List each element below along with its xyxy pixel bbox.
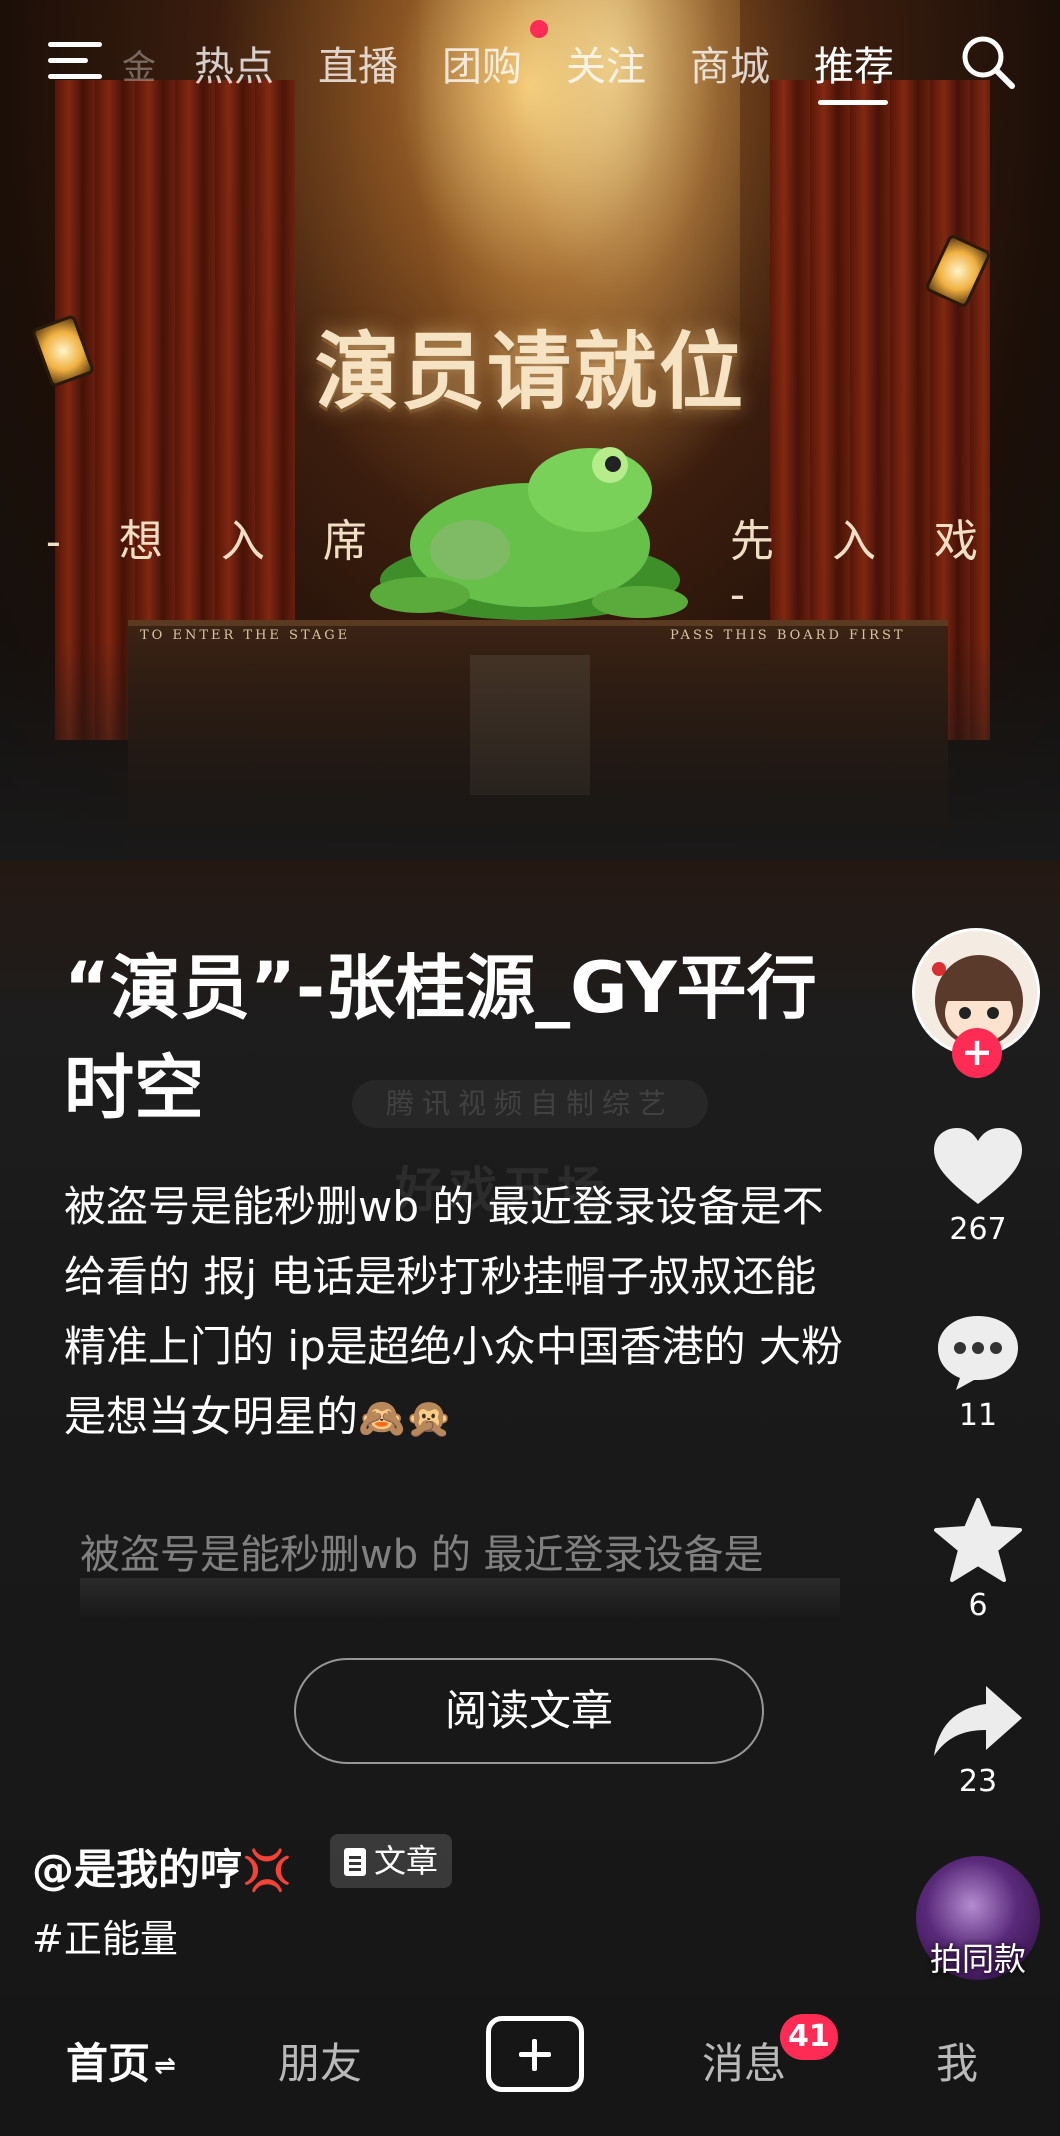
heart-icon[interactable] bbox=[932, 1126, 1024, 1206]
star-icon[interactable] bbox=[934, 1498, 1022, 1582]
poster-slogan-left: - 想 入 席 bbox=[46, 516, 389, 567]
nav-me[interactable]: 我 bbox=[936, 2030, 978, 2091]
nav-friends[interactable]: 朋友 bbox=[278, 2030, 362, 2091]
like-action[interactable]: 267 bbox=[908, 1126, 1048, 1247]
collapsed-text-fade bbox=[80, 1578, 840, 1618]
top-nav: 金 热点 直播 团购 关注 商城 推荐 bbox=[0, 20, 1060, 118]
article-badge-label: 文章 bbox=[374, 1842, 439, 1880]
read-article-button[interactable]: 阅读文章 bbox=[294, 1658, 764, 1764]
notification-dot bbox=[530, 20, 548, 38]
comment-count: 11 bbox=[958, 1398, 998, 1433]
author-handle[interactable]: @是我的哼 bbox=[32, 1845, 242, 1894]
tab-live[interactable]: 直播 bbox=[318, 34, 398, 92]
tab-partial[interactable]: 金 bbox=[122, 40, 156, 89]
post-description: 被盗号是能秒删wb 的 最近登录设备是不给看的 报j 电话是秒打秒挂帽子叔叔还能… bbox=[64, 1172, 854, 1453]
same-style-button[interactable]: 拍同款 bbox=[896, 1934, 1060, 1980]
tab-hot[interactable]: 热点 bbox=[194, 34, 274, 92]
poster-slogan-right: 先 入 戏 - bbox=[730, 516, 1000, 620]
nav-home-label: 首页 bbox=[66, 2039, 151, 2088]
like-count: 267 bbox=[949, 1212, 1007, 1247]
document-icon bbox=[344, 1848, 366, 1876]
tab-mall[interactable]: 商城 bbox=[690, 34, 770, 92]
favorite-action[interactable]: 6 bbox=[908, 1498, 1048, 1623]
monkey-emoji: 🙈🙊 bbox=[358, 1396, 453, 1440]
anger-emoji: 💢 bbox=[242, 1848, 292, 1894]
poster-title: 演员请就位 bbox=[314, 323, 745, 421]
share-icon[interactable] bbox=[932, 1682, 1024, 1758]
hashtag-link[interactable]: #正能量 bbox=[32, 1908, 178, 1963]
share-action[interactable]: 23 bbox=[908, 1682, 1048, 1799]
nav-home[interactable]: 首页 ⇌ bbox=[66, 2030, 176, 2091]
messages-badge: 41 bbox=[780, 2014, 838, 2060]
video-poster[interactable]: 演员请就位 - 想 入 席 先 入 戏 - TO ENTER THE STAGE… bbox=[0, 0, 1060, 860]
collapsed-text-preview: 被盗号是能秒删wb 的 最近登录设备是 bbox=[80, 1532, 764, 1578]
post-title: “演员”-张桂源_GY平行时空 bbox=[64, 947, 817, 1129]
post-caption: “演员”-张桂源_GY平行时空 被盗号是能秒删wb 的 最近登录设备是不给看的 … bbox=[64, 938, 854, 1453]
follow-button[interactable]: + bbox=[952, 1028, 1002, 1078]
tab-recommend[interactable]: 推荐 bbox=[814, 34, 894, 92]
comment-action[interactable]: 11 bbox=[908, 1312, 1048, 1433]
hero-fade bbox=[0, 640, 1060, 860]
menu-icon[interactable] bbox=[48, 38, 102, 82]
author-name[interactable]: @是我的哼💢 bbox=[32, 1836, 292, 1897]
screen: 演员请就位 - 想 入 席 先 入 戏 - TO ENTER THE STAGE… bbox=[0, 0, 1060, 2136]
share-count: 23 bbox=[958, 1764, 998, 1799]
search-icon[interactable] bbox=[958, 32, 1018, 92]
favorite-count: 6 bbox=[968, 1588, 988, 1623]
description-text: 被盗号是能秒删wb 的 最近登录设备是不给看的 报j 电话是秒打秒挂帽子叔叔还能… bbox=[64, 1182, 844, 1441]
create-post-button[interactable] bbox=[486, 2016, 584, 2092]
frog-figure bbox=[370, 447, 688, 620]
bottom-nav: 首页 ⇌ 朋友 消息 41 我 bbox=[0, 1996, 1060, 2136]
active-tab-indicator bbox=[818, 100, 888, 105]
comment-icon[interactable] bbox=[934, 1312, 1022, 1392]
tab-following[interactable]: 关注 bbox=[566, 34, 646, 92]
article-type-badge: 文章 bbox=[330, 1834, 453, 1888]
nav-messages[interactable]: 消息 bbox=[702, 2030, 786, 2091]
tab-group-buy[interactable]: 团购 bbox=[442, 34, 522, 92]
switch-icon: ⇌ bbox=[154, 2051, 176, 2081]
